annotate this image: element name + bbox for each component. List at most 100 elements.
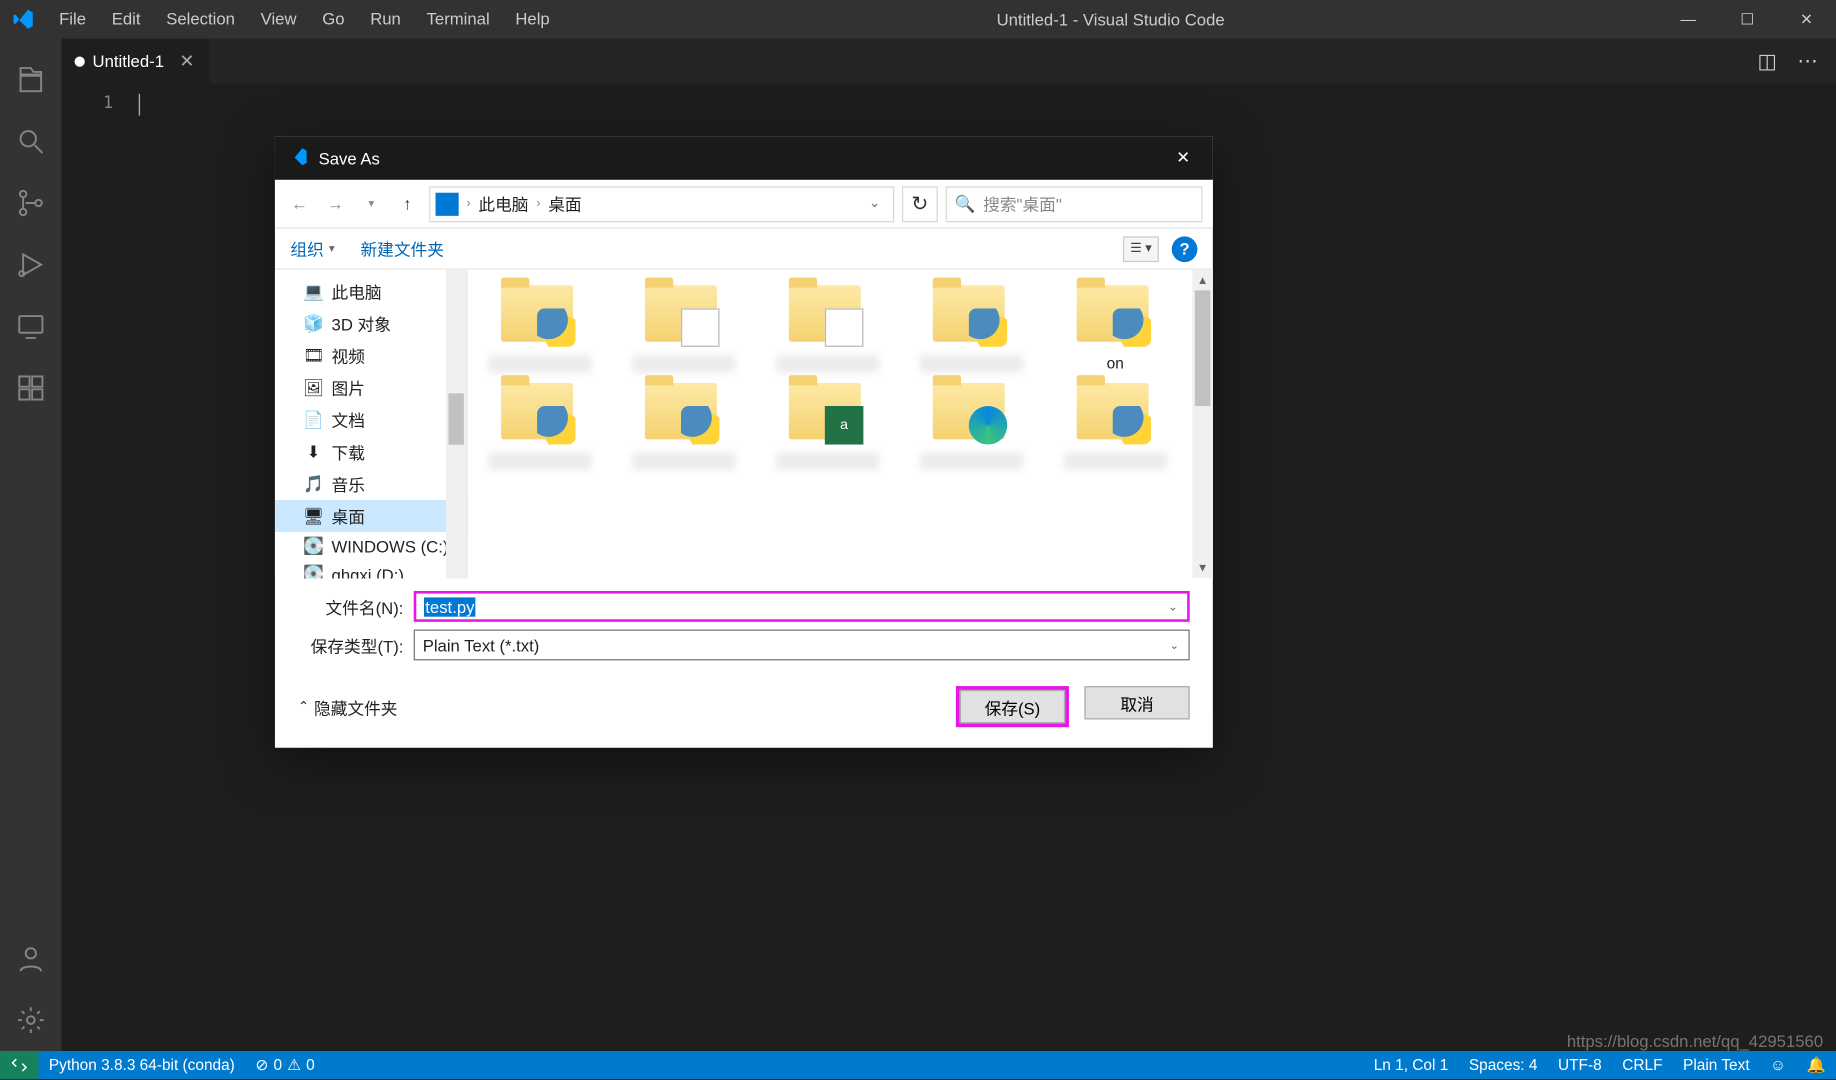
- files-scrollbar[interactable]: ▲ ▼: [1192, 270, 1213, 578]
- folder-icon: [1074, 280, 1156, 349]
- file-item[interactable]: [761, 280, 895, 373]
- help-icon[interactable]: ?: [1172, 236, 1198, 262]
- tree-item-icon: 🎵: [303, 473, 324, 494]
- tree-item-icon: 🖼: [303, 377, 324, 398]
- remote-explorer-icon[interactable]: [0, 296, 62, 358]
- tree-item[interactable]: ⬇下载: [275, 436, 466, 468]
- breadcrumb-current[interactable]: 桌面: [548, 191, 581, 215]
- view-options-button[interactable]: ☰ ▾: [1123, 236, 1159, 262]
- search-icon[interactable]: [0, 110, 62, 172]
- status-spaces[interactable]: Spaces: 4: [1459, 1051, 1548, 1079]
- titlebar: File Edit Selection View Go Run Terminal…: [0, 0, 1836, 39]
- new-folder-button[interactable]: 新建文件夹: [360, 236, 444, 260]
- settings-gear-icon[interactable]: [0, 989, 62, 1051]
- tree-scrollbar[interactable]: [446, 270, 467, 578]
- file-list[interactable]: on a ▲ ▼: [468, 270, 1213, 578]
- menu-file[interactable]: File: [46, 0, 99, 39]
- menu-go[interactable]: Go: [309, 0, 357, 39]
- menu-terminal[interactable]: Terminal: [414, 0, 503, 39]
- nav-back-icon[interactable]: ←: [285, 190, 313, 218]
- hide-folders-toggle[interactable]: ⌃ 隐藏文件夹: [298, 694, 397, 718]
- file-item[interactable]: [904, 280, 1038, 373]
- nav-forward-icon: →: [321, 190, 349, 218]
- maximize-button[interactable]: ☐: [1718, 0, 1777, 39]
- file-label: on: [1064, 355, 1167, 373]
- run-debug-icon[interactable]: [0, 234, 62, 296]
- chevron-right-icon: ›: [534, 197, 543, 211]
- extensions-icon[interactable]: [0, 357, 62, 419]
- save-button[interactable]: 保存(S): [960, 690, 1065, 723]
- folder-icon: [1074, 378, 1156, 447]
- tree-item[interactable]: 📄文档: [275, 403, 466, 435]
- tree-item[interactable]: 💻此电脑: [275, 275, 466, 307]
- tab-close-icon[interactable]: ✕: [172, 50, 197, 72]
- menu-bar: File Edit Selection View Go Run Terminal…: [46, 0, 562, 39]
- status-language[interactable]: Plain Text: [1673, 1051, 1760, 1079]
- savetype-dropdown-icon[interactable]: ⌄: [1163, 631, 1186, 659]
- address-bar[interactable]: › 此电脑 › 桌面 ⌄: [429, 186, 894, 222]
- tree-item[interactable]: 🖥桌面: [275, 500, 466, 532]
- explorer-icon[interactable]: [0, 49, 62, 111]
- folder-icon: [499, 378, 581, 447]
- breadcrumb-root[interactable]: 此电脑: [478, 191, 528, 215]
- nav-up-icon[interactable]: ↑: [393, 190, 421, 218]
- cancel-button[interactable]: 取消: [1084, 686, 1189, 719]
- search-field[interactable]: 🔍 搜索"桌面": [946, 186, 1203, 222]
- menu-view[interactable]: View: [248, 0, 310, 39]
- savetype-label: 保存类型(T):: [298, 633, 414, 657]
- status-encoding[interactable]: UTF-8: [1548, 1051, 1612, 1079]
- status-feedback-icon[interactable]: ☺: [1760, 1051, 1796, 1079]
- file-item[interactable]: [617, 280, 751, 373]
- savetype-field[interactable]: Plain Text (*.txt) ⌄: [414, 630, 1190, 661]
- status-ln-col[interactable]: Ln 1, Col 1: [1363, 1051, 1458, 1079]
- tab-untitled-1[interactable]: Untitled-1 ✕: [62, 39, 212, 84]
- filename-dropdown-icon[interactable]: ⌄: [1161, 594, 1184, 620]
- tree-item[interactable]: 💽ghgxj (D:): [275, 560, 466, 578]
- close-button[interactable]: ✕: [1777, 0, 1836, 39]
- nav-recent-icon[interactable]: ▾: [357, 190, 385, 218]
- accounts-icon[interactable]: [0, 928, 62, 990]
- tree-item[interactable]: 🖼图片: [275, 371, 466, 403]
- status-python[interactable]: Python 3.8.3 64-bit (conda): [39, 1051, 246, 1079]
- tree-item[interactable]: 🧊3D 对象: [275, 307, 466, 339]
- status-eol[interactable]: CRLF: [1612, 1051, 1673, 1079]
- filename-field[interactable]: test.py ⌄: [414, 591, 1190, 622]
- scroll-up-icon[interactable]: ▲: [1192, 270, 1213, 291]
- tree-item-icon: 📄: [303, 409, 324, 430]
- source-control-icon[interactable]: [0, 172, 62, 234]
- tree-item-label: 下载: [331, 439, 364, 463]
- folder-tree[interactable]: 💻此电脑🧊3D 对象🎞视频🖼图片📄文档⬇下载🎵音乐🖥桌面💽WINDOWS (C:…: [275, 270, 468, 578]
- file-item[interactable]: [473, 378, 607, 471]
- refresh-button[interactable]: ↻: [902, 186, 938, 222]
- status-notifications-icon[interactable]: 🔔: [1796, 1051, 1836, 1079]
- file-item[interactable]: a: [761, 378, 895, 471]
- tree-item-icon: 🎞: [303, 345, 324, 366]
- save-as-dialog: Save As ✕ ← → ▾ ↑ › 此电脑 › 桌面 ⌄ ↻ 🔍 搜索"桌面…: [275, 136, 1213, 748]
- split-editor-icon[interactable]: ◫: [1757, 48, 1776, 74]
- file-item[interactable]: [1048, 378, 1182, 471]
- organize-button[interactable]: 组织▾: [290, 236, 334, 260]
- menu-edit[interactable]: Edit: [99, 0, 153, 39]
- menu-selection[interactable]: Selection: [153, 0, 247, 39]
- tree-item[interactable]: 🎵音乐: [275, 468, 466, 500]
- tree-item-icon: 💽: [303, 536, 324, 557]
- tree-item-label: 此电脑: [331, 279, 381, 303]
- file-item[interactable]: on: [1048, 280, 1182, 373]
- file-item[interactable]: [904, 378, 1038, 471]
- more-actions-icon[interactable]: ⋯: [1797, 48, 1818, 74]
- remote-indicator[interactable]: [0, 1051, 39, 1079]
- status-bar: Python 3.8.3 64-bit (conda) ⊘0 ⚠0 Ln 1, …: [0, 1051, 1836, 1079]
- scroll-down-icon[interactable]: ▼: [1192, 558, 1213, 579]
- menu-help[interactable]: Help: [503, 0, 563, 39]
- tree-item-label: ghgxj (D:): [331, 565, 403, 578]
- menu-run[interactable]: Run: [357, 0, 413, 39]
- dialog-close-button[interactable]: ✕: [1154, 136, 1213, 180]
- tree-item[interactable]: 🎞视频: [275, 339, 466, 371]
- tree-item[interactable]: 💽WINDOWS (C:): [275, 532, 466, 560]
- file-item[interactable]: [617, 378, 751, 471]
- status-problems[interactable]: ⊘0 ⚠0: [245, 1051, 325, 1079]
- address-dropdown-icon[interactable]: ⌄: [862, 197, 888, 211]
- file-item[interactable]: [473, 280, 607, 373]
- minimize-button[interactable]: —: [1659, 0, 1718, 39]
- line-number: 1: [62, 94, 139, 113]
